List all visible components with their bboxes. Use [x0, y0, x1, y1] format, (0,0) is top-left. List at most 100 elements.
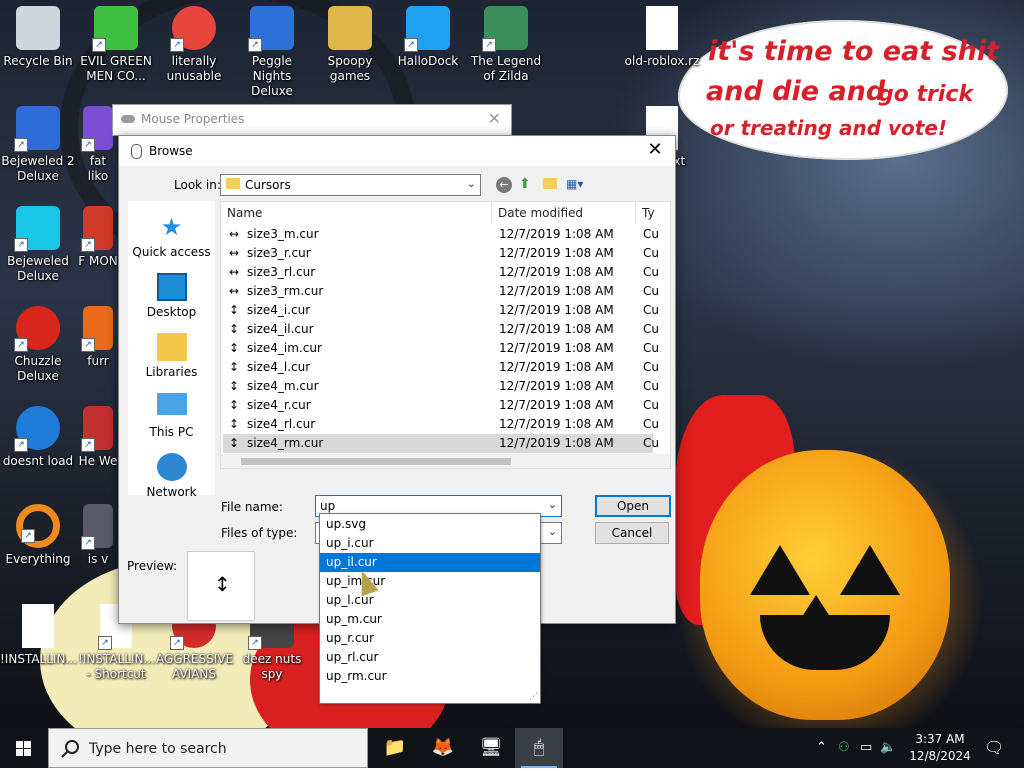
look-in-dropdown[interactable]: Cursors ⌄ — [220, 174, 481, 196]
open-button[interactable]: Open — [595, 495, 671, 517]
desktop-icon-peggle[interactable]: ↗ Peggle Nights Deluxe — [234, 0, 310, 99]
desktop-icon-spoopy-games[interactable]: Spoopy games — [312, 0, 388, 84]
desktop-icon-is-v[interactable]: ↗ is v — [78, 498, 118, 567]
file-row[interactable]: ↕ size4_m.cur 12/7/2019 1:08 AM Cu — [223, 377, 659, 396]
icon-label: He We — [78, 454, 118, 468]
file-type: Cu — [643, 265, 659, 279]
desktop-icon-zilda[interactable]: ↗ The Legend of Zilda — [468, 0, 544, 84]
file-row[interactable]: ↔ size3_rm.cur 12/7/2019 1:08 AM Cu — [223, 282, 659, 301]
autocomplete-list[interactable]: up.svg up_i.cur up_il.cur up_im.cur up_l.cur… — [319, 513, 541, 704]
autocomplete-item[interactable]: up_r.cur — [320, 629, 540, 648]
file-name: size4_m.cur — [247, 379, 319, 393]
file-row[interactable]: ↕ size4_il.cur 12/7/2019 1:08 AM Cu — [223, 320, 659, 339]
file-name: size4_r.cur — [247, 398, 311, 412]
browse-titlebar[interactable]: Browse ✕ — [119, 136, 675, 166]
place-network[interactable]: Network — [128, 453, 215, 499]
taskbar-search-box[interactable]: Type here to search — [48, 728, 368, 768]
tray-people-icon[interactable]: ⚇ — [838, 740, 850, 755]
bejeweled-2-icon: ↗ — [14, 106, 60, 152]
back-button[interactable]: ← — [496, 177, 512, 193]
icon-label: literally unusable — [166, 54, 222, 83]
desktop-icon-bejeweled[interactable]: ↗ Bejeweled Deluxe — [0, 200, 76, 284]
tray-network-icon[interactable]: ▭ — [860, 740, 872, 755]
shortcut-arrow-icon: ↗ — [98, 636, 112, 650]
file-date: 12/7/2019 1:08 AM — [499, 322, 614, 336]
file-list[interactable]: Name Date modified Ty ↔ size3_m.cur 12/7/2… — [220, 201, 671, 469]
start-button[interactable] — [0, 728, 48, 768]
taskbar-app-mouse-properties[interactable]: 🖱 — [515, 728, 563, 768]
windows-logo-icon: ↗ — [404, 6, 450, 52]
file-name: size4_rl.cur — [247, 417, 316, 431]
file-row[interactable]: ↕ size4_im.cur 12/7/2019 1:08 AM Cu — [223, 339, 659, 358]
desktop-icon-bejeweled-2[interactable]: ↗ Bejeweled 2 Deluxe — [0, 100, 76, 184]
file-row[interactable]: ↕ size4_i.cur 12/7/2019 1:08 AM Cu — [223, 301, 659, 320]
place-quick-access[interactable]: ★ Quick access — [128, 213, 215, 259]
file-row[interactable]: ↕ size4_l.cur 12/7/2019 1:08 AM Cu — [223, 358, 659, 377]
place-desktop[interactable]: Desktop — [128, 273, 215, 319]
autocomplete-item[interactable]: up_rl.cur — [320, 648, 540, 667]
pumpkin-left-eye — [750, 545, 810, 595]
desktop-icon-hallodock[interactable]: ↗ HalloDock — [390, 0, 466, 69]
desktop-icon-chuzzle[interactable]: ↗ Chuzzle Deluxe — [0, 300, 76, 384]
column-header-name[interactable]: Name — [227, 202, 262, 224]
desktop-icon-f-mon[interactable]: ↗ F MON — [78, 200, 118, 269]
desktop-icon-installing[interactable]: !INSTALLIN... — [0, 598, 77, 667]
file-row[interactable]: ↕ size4_r.cur 12/7/2019 1:08 AM Cu — [223, 396, 659, 415]
place-libraries[interactable]: Libraries — [128, 333, 215, 379]
tray-volume-icon[interactable]: 🔈 — [880, 740, 896, 755]
file-name: size3_m.cur — [247, 227, 319, 241]
desktop-icon-everything[interactable]: ↗ Everything — [0, 498, 76, 567]
desktop-icon-he-we[interactable]: ↗ He We — [78, 400, 118, 469]
resize-grip-icon[interactable]: ⋰ — [529, 692, 538, 702]
desktop-icon-literally-unusable[interactable]: ↗ literally unusable — [156, 0, 232, 84]
libraries-icon — [156, 333, 187, 361]
tray-overflow-chevron-icon[interactable]: ⌃ — [816, 740, 827, 755]
taskbar-app-control-panel[interactable]: 🖥 — [467, 728, 515, 768]
file-row[interactable]: ↔ size3_rl.cur 12/7/2019 1:08 AM Cu — [223, 263, 659, 282]
notifications-icon[interactable]: 🗨 — [984, 738, 1004, 757]
taskbar-clock[interactable]: 3:37 AM 12/8/2024 — [900, 731, 980, 765]
icon-label: HalloDock — [397, 54, 459, 68]
mouse-properties-window[interactable]: Mouse Properties ✕ — [112, 104, 512, 136]
taskbar-app-firefox[interactable]: 🦊 — [419, 728, 467, 768]
desktop-icon-doesnt-load[interactable]: ↗ doesnt load — [0, 400, 76, 469]
icon-label: The Legend of Zilda — [470, 54, 542, 83]
taskbar-app-file-explorer[interactable]: 📁 — [371, 728, 419, 768]
new-folder-button[interactable] — [543, 178, 557, 189]
icon-label: old-roblox.rz — [624, 54, 700, 68]
autocomplete-item[interactable]: up_i.cur — [320, 534, 540, 553]
place-this-pc[interactable]: This PC — [128, 393, 215, 439]
pumpkin-mouth — [760, 615, 890, 670]
desktop-icon-evil-green-men[interactable]: ↗ EVIL GREEN MEN CO... — [78, 0, 154, 84]
place-label: Network — [146, 485, 197, 499]
autocomplete-item[interactable]: up.svg — [320, 515, 540, 534]
mouse-properties-close-button[interactable]: ✕ — [488, 109, 501, 128]
column-header-date[interactable]: Date modified — [491, 202, 583, 224]
icon-label: AGGRESSIVE AVIANS — [156, 652, 234, 681]
desktop-icon-furr[interactable]: ↗ furr — [78, 300, 118, 369]
desktop-icon-old-roblox[interactable]: old-roblox.rz — [624, 0, 700, 69]
file-date: 12/7/2019 1:08 AM — [499, 417, 614, 431]
file-row[interactable]: ↕ size4_rm.cur 12/7/2019 1:08 AM Cu — [223, 434, 659, 453]
view-menu-button[interactable]: ▦▾ — [566, 177, 583, 191]
search-placeholder: Type here to search — [89, 741, 227, 757]
autocomplete-item[interactable]: up_l.cur — [320, 591, 540, 610]
autocomplete-item[interactable]: up_m.cur — [320, 610, 540, 629]
horizontal-scroll-thumb[interactable] — [241, 458, 511, 465]
browse-close-button[interactable]: ✕ — [643, 139, 667, 160]
file-row[interactable]: ↔ size3_m.cur 12/7/2019 1:08 AM Cu — [223, 225, 659, 244]
chevron-down-icon[interactable]: ⌄ — [548, 498, 557, 511]
cancel-button[interactable]: Cancel — [595, 522, 669, 544]
shortcut-arrow-icon: ↗ — [170, 38, 184, 52]
autocomplete-item[interactable]: up_il.cur — [320, 553, 540, 572]
column-header-type[interactable]: Ty — [635, 202, 655, 224]
desktop-icon-recycle-bin[interactable]: Recycle Bin — [0, 0, 76, 69]
file-row[interactable]: ↕ size4_rl.cur 12/7/2019 1:08 AM Cu — [223, 415, 659, 434]
horizontal-scrollbar[interactable] — [221, 454, 670, 468]
up-folder-button[interactable]: ⬆ — [519, 176, 531, 192]
file-row[interactable]: ↔ size3_r.cur 12/7/2019 1:08 AM Cu — [223, 244, 659, 263]
mouse-properties-title: Mouse Properties — [141, 112, 245, 126]
autocomplete-item[interactable]: up_rm.cur — [320, 667, 540, 686]
icon-label: Recycle Bin — [3, 54, 73, 68]
icon-label: is v — [87, 552, 109, 566]
